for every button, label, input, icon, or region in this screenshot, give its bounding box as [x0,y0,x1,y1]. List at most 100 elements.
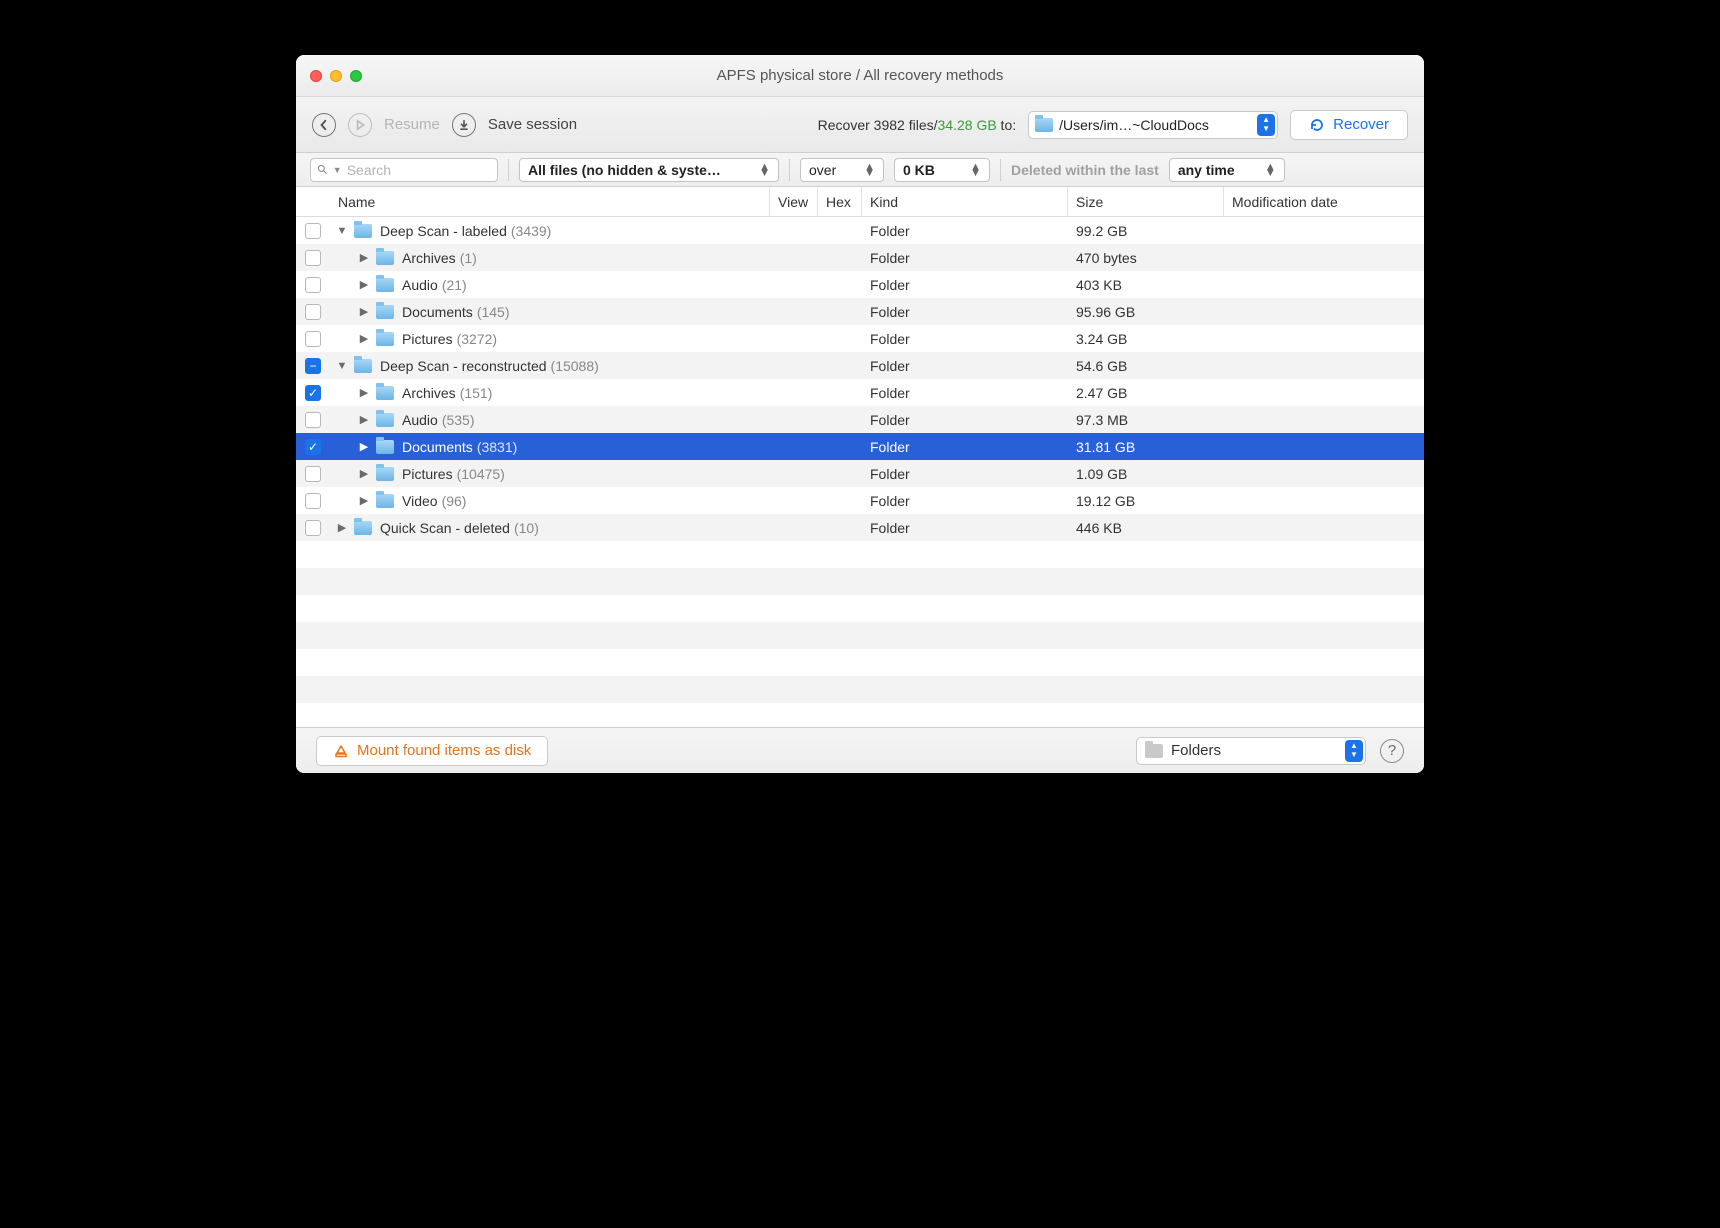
recover-button[interactable]: Recover [1290,110,1408,140]
row-size: 19.12 GB [1068,493,1224,509]
row-count: (3831) [477,439,517,455]
destination-select[interactable]: /Users/im…~CloudDocs ▲▼ [1028,111,1278,139]
disclosure-closed-icon[interactable]: ▶ [358,440,370,453]
row-kind: Folder [862,412,1068,428]
toolbar: Resume Save session Recover 3982 files/3… [296,97,1424,153]
disclosure-closed-icon[interactable]: ▶ [358,494,370,507]
table-row[interactable]: ▶Audio (21)Folder403 KB [296,271,1424,298]
mount-icon [333,743,349,759]
row-checkbox[interactable]: − [305,358,321,374]
download-icon [458,119,470,131]
folder-icon [354,359,372,373]
folder-icon [1145,744,1163,758]
help-button[interactable]: ? [1380,739,1404,763]
table-row[interactable]: ▼Deep Scan - labeled (3439)Folder99.2 GB [296,217,1424,244]
recover-icon [1309,117,1325,133]
table-row[interactable]: ✓▶Documents (3831)Folder31.81 GB [296,433,1424,460]
window-title: APFS physical store / All recovery metho… [296,67,1424,84]
row-label: Pictures [402,466,453,482]
row-count: (535) [442,412,475,428]
search-input[interactable] [347,162,491,178]
folder-icon [376,494,394,508]
view-mode-select[interactable]: Folders ▲▼ [1136,737,1366,765]
search-input-wrapper[interactable]: ▼ [310,158,498,182]
row-count: (10475) [457,466,505,482]
row-label: Documents [402,439,473,455]
column-hex[interactable]: Hex [818,187,862,216]
row-label: Archives [402,250,456,266]
row-count: (3272) [457,331,497,347]
column-kind[interactable]: Kind [862,187,1068,216]
table-row[interactable]: ✓▶Archives (151)Folder2.47 GB [296,379,1424,406]
row-count: (145) [477,304,510,320]
disclosure-closed-icon[interactable]: ▶ [358,278,370,291]
folder-icon [354,521,372,535]
row-label: Deep Scan - reconstructed [380,358,547,374]
table-row[interactable]: ▶Documents (145)Folder95.96 GB [296,298,1424,325]
stepper-icon: ▲▼ [1265,164,1276,176]
row-kind: Folder [862,223,1068,239]
disclosure-closed-icon[interactable]: ▶ [336,521,348,534]
row-checkbox[interactable]: ✓ [305,385,321,401]
size-value-select[interactable]: 0 KB ▲▼ [894,158,990,182]
window-minimize-button[interactable] [330,70,342,82]
dropdown-stepper-icon: ▲▼ [1257,114,1275,136]
row-kind: Folder [862,520,1068,536]
column-view[interactable]: View [770,187,818,216]
table-row[interactable]: ▶Pictures (10475)Folder1.09 GB [296,460,1424,487]
row-count: (1) [460,250,477,266]
row-count: (15088) [551,358,599,374]
size-comparator-select[interactable]: over ▲▼ [800,158,884,182]
column-size[interactable]: Size [1068,187,1224,216]
row-checkbox[interactable] [305,223,321,239]
table-row[interactable]: ▶Pictures (3272)Folder3.24 GB [296,325,1424,352]
row-checkbox[interactable]: ✓ [305,439,321,455]
row-size: 2.47 GB [1068,385,1224,401]
disclosure-closed-icon[interactable]: ▶ [358,332,370,345]
chevron-down-icon: ▼ [333,165,342,175]
back-button[interactable] [312,113,336,137]
row-label: Audio [402,412,438,428]
row-checkbox[interactable] [305,277,321,293]
window-zoom-button[interactable] [350,70,362,82]
table-row[interactable]: ▶Quick Scan - deleted (10)Folder446 KB [296,514,1424,541]
play-icon [354,119,366,131]
row-label: Pictures [402,331,453,347]
row-checkbox[interactable] [305,331,321,347]
window-close-button[interactable] [310,70,322,82]
save-session-button[interactable] [452,113,476,137]
row-checkbox[interactable] [305,466,321,482]
folder-icon [376,251,394,265]
disclosure-open-icon[interactable]: ▼ [336,360,348,372]
disclosure-closed-icon[interactable]: ▶ [358,305,370,318]
row-size: 446 KB [1068,520,1224,536]
row-checkbox[interactable] [305,520,321,536]
row-checkbox[interactable] [305,493,321,509]
table-row[interactable]: −▼Deep Scan - reconstructed (15088)Folde… [296,352,1424,379]
stepper-icon: ▲▼ [759,164,770,176]
column-modification-date[interactable]: Modification date [1224,187,1424,216]
row-checkbox[interactable] [305,250,321,266]
row-label: Deep Scan - labeled [380,223,507,239]
row-size: 1.09 GB [1068,466,1224,482]
disclosure-closed-icon[interactable]: ▶ [358,467,370,480]
disclosure-closed-icon[interactable]: ▶ [358,413,370,426]
column-name[interactable]: Name [330,187,770,216]
disclosure-closed-icon[interactable]: ▶ [358,251,370,264]
disclosure-open-icon[interactable]: ▼ [336,225,348,237]
table-row[interactable]: ▶Audio (535)Folder97.3 MB [296,406,1424,433]
disclosure-closed-icon[interactable]: ▶ [358,386,370,399]
folder-icon [376,440,394,454]
table-row[interactable]: ▶Video (96)Folder19.12 GB [296,487,1424,514]
recover-summary: Recover 3982 files/34.28 GB to: [818,117,1017,133]
filter-bar: ▼ All files (no hidden & syste… ▲▼ over … [296,153,1424,187]
file-type-filter[interactable]: All files (no hidden & syste… ▲▼ [519,158,779,182]
row-count: (96) [442,493,467,509]
resume-button[interactable] [348,113,372,137]
mount-button[interactable]: Mount found items as disk [316,736,548,766]
table-row[interactable]: ▶Archives (1)Folder470 bytes [296,244,1424,271]
row-size: 99.2 GB [1068,223,1224,239]
time-filter-select[interactable]: any time ▲▼ [1169,158,1285,182]
row-checkbox[interactable] [305,304,321,320]
row-checkbox[interactable] [305,412,321,428]
